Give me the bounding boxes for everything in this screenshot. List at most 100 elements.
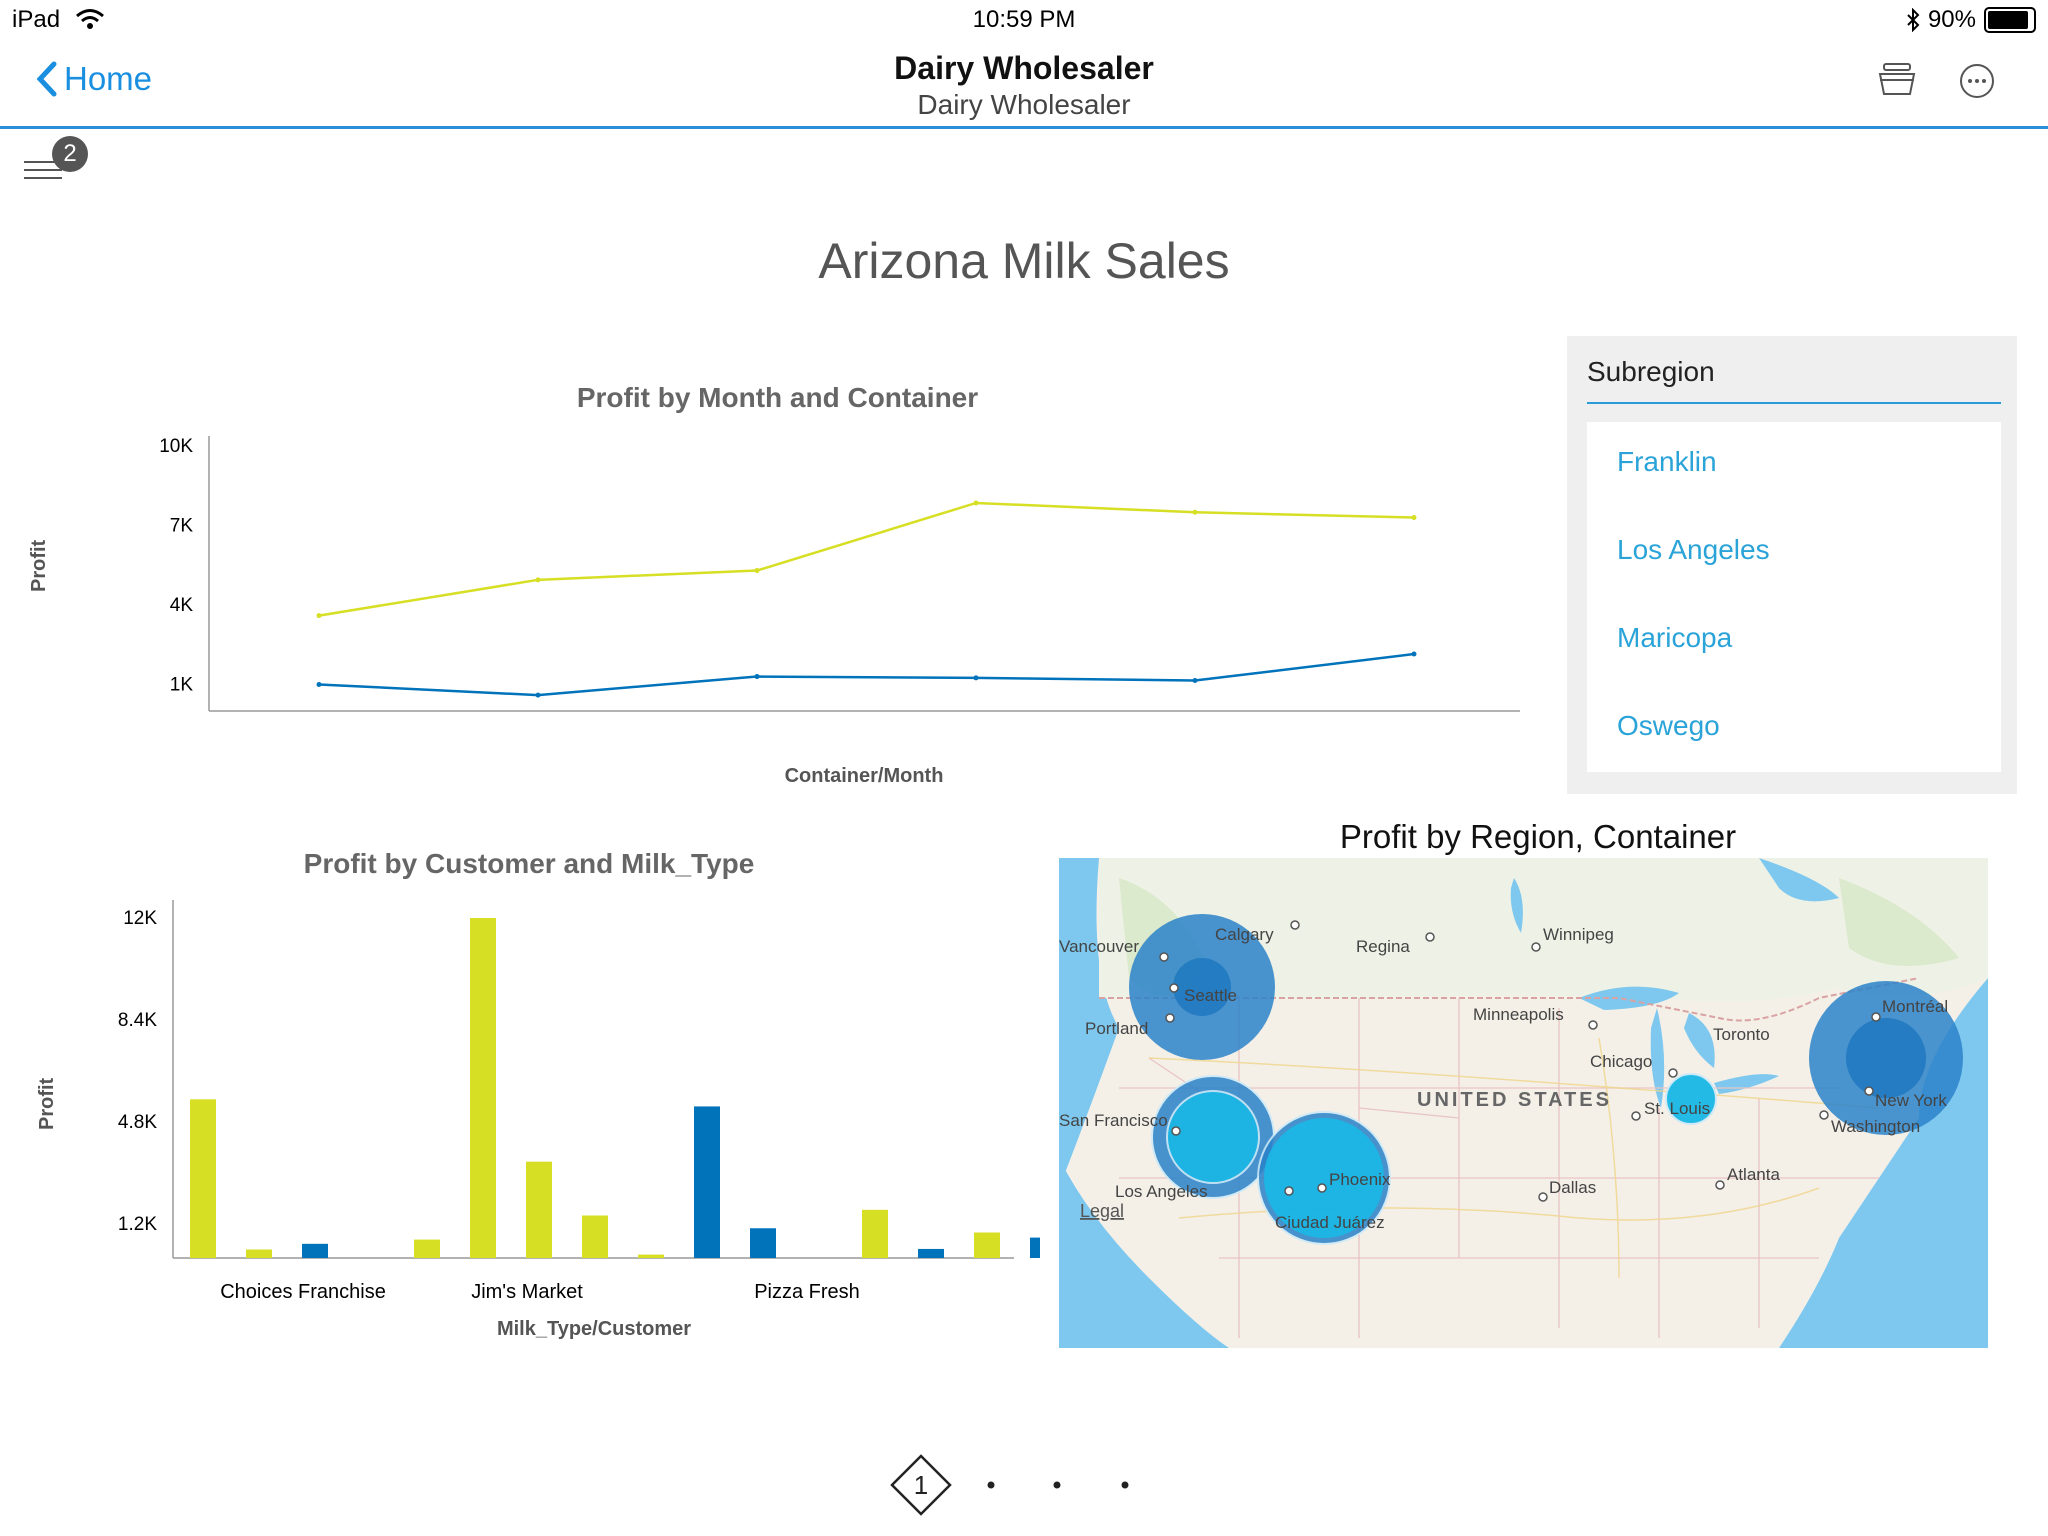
bar	[862, 1209, 888, 1258]
map-legal-link: Legal	[1080, 1201, 1124, 1221]
nav-bar: Home Dairy Wholesaler Dairy Wholesaler	[0, 40, 2048, 129]
line-chart-ytick: 7K	[170, 516, 194, 537]
city-winnipeg: Winnipeg	[1543, 925, 1614, 944]
bar	[246, 1249, 272, 1258]
bar-chart-category-label: Choices Franchise	[220, 1281, 386, 1303]
subregion-filter-panel: Subregion Franklin Los Angeles Maricopa …	[1567, 336, 2017, 794]
city-regina: Regina	[1356, 937, 1410, 956]
bar-chart-category-label: Jim's Market	[471, 1281, 583, 1303]
battery-icon	[1984, 7, 2036, 33]
bar	[918, 1248, 944, 1258]
city-vancouver: Vancouver	[1059, 937, 1139, 956]
line-point	[316, 613, 322, 619]
filter-count-badge: 2	[52, 136, 88, 172]
subregion-item-maricopa[interactable]: Maricopa	[1617, 622, 1732, 654]
bar	[638, 1254, 664, 1258]
more-options-icon[interactable]	[1958, 62, 1996, 100]
bar	[582, 1215, 608, 1258]
line-point	[535, 577, 541, 583]
line-point	[535, 692, 541, 698]
bar-chart-ytick: 1.2K	[118, 1214, 157, 1235]
page-title: Arizona Milk Sales	[818, 233, 1230, 289]
line-point	[754, 674, 760, 680]
nav-title-block: Dairy Wholesaler Dairy Wholesaler	[0, 50, 2048, 121]
line-point	[754, 568, 760, 574]
bar	[750, 1228, 776, 1258]
lake-huron	[1684, 1013, 1715, 1068]
bar	[470, 918, 496, 1258]
line-point	[973, 675, 979, 681]
line-chart: 10K 7K 4K 1K	[159, 436, 1520, 712]
bluetooth-icon	[1907, 8, 1920, 32]
bar-chart-ytick: 4.8K	[118, 1112, 157, 1133]
region-map[interactable]: Calgary Vancouver Regina Winnipeg Seattl…	[1059, 858, 1988, 1348]
basket-icon[interactable]	[1878, 62, 1916, 96]
city-dallas: Dallas	[1549, 1178, 1596, 1197]
bar-chart-category-label: Pizza Fresh	[754, 1281, 860, 1303]
city-losangeles: Los Angeles	[1115, 1182, 1208, 1201]
bubble-sf-inner	[1166, 1090, 1260, 1184]
city-atlanta: Atlanta	[1727, 1165, 1780, 1184]
page-2-dot[interactable]	[987, 1481, 995, 1489]
map-canvas: Calgary Vancouver Regina Winnipeg Seattl…	[1059, 858, 1988, 1348]
bar-chart-panel: Profit by Customer and Milk_Type Profit …	[0, 840, 1040, 1350]
city-washington: Washington	[1831, 1117, 1920, 1136]
bubble-newyork-inner	[1846, 1018, 1926, 1098]
lake-michigan	[1650, 1008, 1665, 1108]
bar-chart-ytick: 12K	[123, 908, 157, 929]
bar-chart: 12K 8.4K 4.8K 1.2K Choices Franchise Jim's Ma…	[118, 900, 1040, 1303]
battery-percent: 90%	[1927, 6, 1976, 33]
subregion-item-oswego[interactable]: Oswego	[1617, 710, 1720, 742]
bar	[526, 1161, 552, 1258]
line-chart-ytick: 4K	[170, 595, 194, 616]
status-right: 90%	[1906, 6, 2036, 34]
line-point	[316, 682, 322, 687]
page-4-dot[interactable]	[1121, 1481, 1129, 1489]
city-stlouis: St. Louis	[1644, 1099, 1710, 1118]
line-point	[1411, 515, 1417, 521]
bar	[302, 1243, 328, 1258]
subregion-divider	[1587, 402, 2001, 404]
page-indicator: 1	[890, 1454, 1129, 1516]
line-chart-ytick: 1K	[170, 675, 194, 696]
city-portland: Portland	[1085, 1019, 1148, 1038]
city-phoenix: Phoenix	[1329, 1170, 1391, 1189]
line-series-1	[318, 501, 1415, 617]
line-point	[1192, 509, 1198, 515]
current-page-number: 1	[914, 1470, 928, 1500]
bar	[414, 1239, 440, 1258]
country-label: UNITED STATES	[1417, 1089, 1612, 1111]
city-newyork: New York	[1875, 1091, 1947, 1110]
bar-chart-ytick: 8.4K	[118, 1010, 157, 1031]
status-time: 10:59 PM	[972, 6, 1076, 33]
page-1-indicator[interactable]: 1	[890, 1454, 952, 1516]
bar	[974, 1232, 1000, 1258]
city-ciudadjuarez: Ciudad Juárez	[1275, 1213, 1385, 1232]
lake-erie	[1714, 1074, 1779, 1094]
city-calgary: Calgary	[1215, 925, 1274, 944]
page-3-dot[interactable]	[1053, 1481, 1061, 1489]
city-toronto: Toronto	[1713, 1025, 1770, 1044]
bar	[1030, 1237, 1040, 1258]
city-seattle: Seattle	[1184, 986, 1237, 1005]
city-chicago: Chicago	[1590, 1052, 1652, 1071]
line-chart-ytick: 10K	[159, 436, 193, 457]
bar	[694, 1106, 720, 1258]
city-minneapolis: Minneapolis	[1473, 1005, 1564, 1024]
map-title: Profit by Region, Container	[1339, 818, 1737, 855]
city-montreal: Montréal	[1882, 997, 1948, 1016]
line-point	[1192, 678, 1198, 684]
nav-subtitle: Dairy Wholesaler	[917, 89, 1131, 120]
line-series-2	[318, 652, 1415, 697]
line-point	[973, 500, 979, 506]
subregion-item-los-angeles[interactable]: Los Angeles	[1617, 534, 1770, 566]
bar	[190, 1099, 216, 1258]
line-chart-panel: Profit by Month and Container Profit Con…	[0, 370, 1540, 790]
city-sanfrancisco: San Francisco	[1059, 1111, 1168, 1130]
subregion-header: Subregion	[1587, 356, 1715, 387]
status-bar: iPad 10:59 PM 90%	[0, 0, 2048, 40]
subregion-list: Franklin Los Angeles Maricopa Oswego	[1587, 422, 2001, 772]
nav-title: Dairy Wholesaler	[894, 50, 1154, 86]
line-point	[1411, 651, 1417, 657]
subregion-item-franklin[interactable]: Franklin	[1617, 446, 1717, 478]
